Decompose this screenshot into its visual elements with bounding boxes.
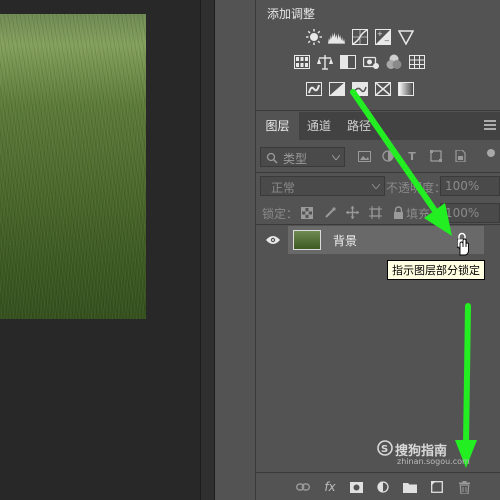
layer-thumbnail bbox=[293, 230, 321, 250]
posterize-icon[interactable] bbox=[328, 80, 345, 97]
svg-text:+: + bbox=[377, 30, 383, 38]
adjustments-title: 添加调整 bbox=[267, 7, 316, 21]
layers-bottom-bar: fx bbox=[256, 472, 500, 500]
brightness-contrast-icon[interactable] bbox=[305, 28, 322, 45]
blend-mode-select[interactable]: 正常 bbox=[260, 176, 385, 196]
invert-icon[interactable] bbox=[305, 80, 322, 97]
document-canvas[interactable] bbox=[0, 0, 200, 500]
channel-mixer-icon[interactable] bbox=[385, 53, 402, 70]
layer-mask-icon[interactable] bbox=[349, 480, 363, 494]
selective-color-icon[interactable] bbox=[374, 80, 391, 97]
color-lookup-icon[interactable] bbox=[408, 53, 425, 70]
tab-layers[interactable]: 图层 bbox=[256, 112, 299, 140]
type-filter-icon[interactable]: T bbox=[404, 148, 420, 164]
layer-filter-select[interactable]: 类型 bbox=[260, 147, 345, 167]
lock-label: 锁定： bbox=[262, 207, 299, 221]
trash-icon[interactable] bbox=[457, 480, 471, 494]
grass-image bbox=[0, 14, 146, 319]
lock-artboard-icon[interactable] bbox=[369, 206, 382, 219]
adjustments-row-3 bbox=[305, 80, 414, 97]
panel-menu-icon[interactable] bbox=[484, 120, 496, 130]
tab-channels[interactable]: 通道 bbox=[299, 112, 339, 140]
lock-icons bbox=[300, 206, 405, 219]
layer-name[interactable]: 背景 bbox=[333, 232, 357, 249]
curves-icon[interactable] bbox=[351, 28, 368, 45]
black-white-icon[interactable] bbox=[339, 53, 356, 70]
lock-position-icon[interactable] bbox=[346, 206, 359, 219]
fill-label: 填充： bbox=[406, 207, 443, 221]
gradient-map-icon[interactable] bbox=[397, 80, 414, 97]
layers-separator bbox=[256, 224, 500, 225]
smart-object-filter-icon[interactable] bbox=[452, 148, 468, 164]
adjustments-separator bbox=[256, 110, 500, 111]
fill-value: 100% bbox=[445, 206, 480, 220]
color-balance-icon[interactable] bbox=[316, 53, 333, 70]
image-filter-icon[interactable] bbox=[356, 148, 372, 164]
opacity-label: 不透明度： bbox=[386, 181, 447, 195]
sogou-logo-icon: S bbox=[377, 440, 393, 456]
adjustments-row-1: + − bbox=[305, 28, 414, 45]
chevron-down-icon bbox=[332, 155, 340, 160]
filter-kind-label: 类型 bbox=[283, 152, 308, 166]
levels-icon[interactable] bbox=[328, 28, 345, 45]
chevron-down-icon bbox=[372, 184, 380, 189]
tab-paths[interactable]: 路径 bbox=[339, 112, 379, 140]
hue-saturation-icon[interactable] bbox=[293, 53, 310, 70]
new-layer-icon[interactable] bbox=[430, 480, 444, 494]
group-folder-icon[interactable] bbox=[403, 480, 417, 494]
vibrance-icon[interactable] bbox=[397, 28, 414, 45]
tooltip: 指示图层部分锁定 bbox=[387, 260, 485, 280]
lock-transparent-icon[interactable] bbox=[300, 206, 313, 219]
lock-all-icon[interactable] bbox=[392, 206, 405, 219]
svg-text:S: S bbox=[381, 444, 388, 455]
panel-dock-strip bbox=[215, 0, 256, 500]
filter-separator bbox=[256, 172, 500, 173]
svg-text:−: − bbox=[384, 37, 390, 45]
watermark-url: zhinan.sogou.com bbox=[397, 457, 470, 466]
watermark: S 搜狗指南 zhinan.sogou.com bbox=[377, 440, 470, 466]
lock-pixels-icon[interactable] bbox=[323, 206, 336, 219]
exposure-icon[interactable]: + − bbox=[374, 28, 391, 45]
fill-input[interactable]: 100% bbox=[440, 203, 500, 223]
eye-icon[interactable] bbox=[266, 235, 280, 245]
filter-icons: T bbox=[356, 148, 468, 164]
shape-filter-icon[interactable] bbox=[428, 148, 444, 164]
opacity-value: 100% bbox=[445, 179, 480, 193]
filter-toggle[interactable] bbox=[487, 149, 495, 157]
adjustments-row-2 bbox=[293, 53, 425, 70]
blend-mode-value: 正常 bbox=[271, 181, 296, 195]
photo-filter-icon[interactable] bbox=[362, 53, 379, 70]
hand-cursor-icon bbox=[456, 238, 469, 256]
link-layers-icon[interactable] bbox=[296, 480, 310, 494]
search-icon bbox=[266, 152, 278, 164]
layers-tab-bar: 图层 通道 路径 bbox=[256, 112, 500, 140]
opacity-input[interactable]: 100% bbox=[440, 176, 500, 196]
fx-icon[interactable]: fx bbox=[323, 480, 337, 494]
threshold-icon[interactable] bbox=[351, 80, 368, 97]
adjustment-filter-icon[interactable] bbox=[380, 148, 396, 164]
panel-divider bbox=[200, 0, 215, 500]
adjustment-layer-icon[interactable] bbox=[376, 480, 390, 494]
